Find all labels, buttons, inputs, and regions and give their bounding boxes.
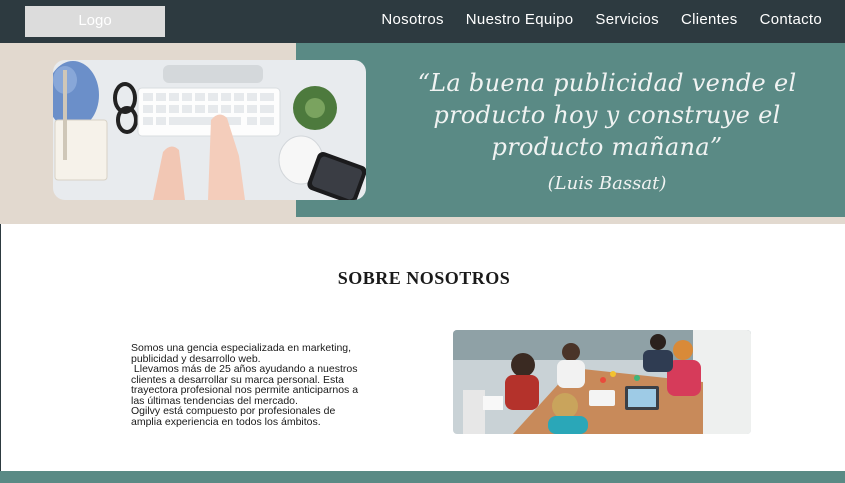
nav-link-servicios[interactable]: Servicios — [595, 11, 659, 28]
footer-band — [0, 471, 845, 483]
nav-link-contacto[interactable]: Contacto — [760, 11, 822, 28]
content-border — [0, 224, 1, 471]
about-text-line: Llevamos más de 25 años ayudando a nuest… — [131, 363, 358, 375]
main-nav: Nosotros Nuestro Equipo Servicios Client… — [381, 0, 822, 38]
nav-link-nuestro-equipo[interactable]: Nuestro Equipo — [466, 11, 574, 28]
about-description: Somos una gencia especializada en market… — [131, 343, 396, 427]
about-title: SOBRE NOSOTROS — [337, 268, 511, 288]
nav-link-clientes[interactable]: Clientes — [681, 11, 738, 28]
hero-quote: “La buena publicidad vende el producto h… — [404, 67, 810, 163]
team-meeting-image — [453, 330, 751, 434]
quote-line: producto hoy y construye el — [433, 101, 781, 129]
about-text-line: Somos una gencia especializada en market… — [131, 342, 352, 354]
hero-desk-image — [53, 60, 366, 200]
quote-line: “La buena publicidad vende el — [417, 69, 797, 97]
about-text-line: Ogilvy está compuesto por profesionales … — [131, 405, 336, 417]
top-navbar: Logo Nosotros Nuestro Equipo Servicios C… — [0, 0, 845, 43]
quote-line: producto mañana” — [491, 133, 723, 161]
logo[interactable]: Logo — [25, 6, 165, 37]
about-text-line: trayectora profesional nos permite antic… — [131, 384, 359, 396]
quote-author: (Luis Bassat) — [547, 173, 667, 194]
nav-link-nosotros[interactable]: Nosotros — [381, 11, 443, 28]
hero-banner: “La buena publicidad vende el producto h… — [0, 43, 845, 224]
about-text-line: amplia experiencia en todos los ámbitos. — [131, 415, 321, 428]
